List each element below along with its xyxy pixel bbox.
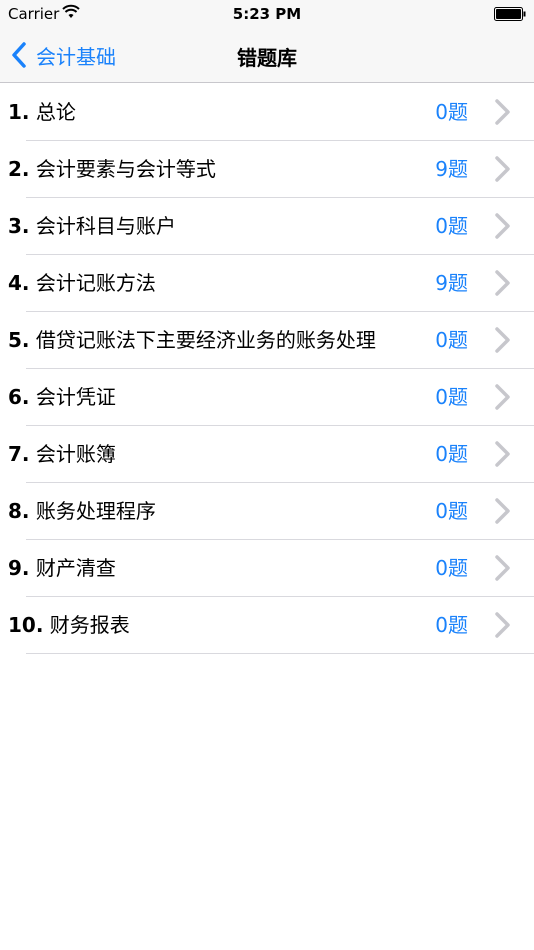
item-number: 7. [8,442,30,466]
chevron-right-icon [495,498,510,524]
list-item[interactable]: 6. 会计凭证 0题 [0,369,534,426]
item-title: 会计账簿 [35,442,116,466]
item-number: 6. [8,385,30,409]
item-count: 0题 [435,385,468,409]
list-item[interactable]: 4. 会计记账方法 9题 [0,255,534,312]
item-count: 0题 [435,613,468,637]
chevron-right-icon [495,156,510,182]
list-item[interactable]: 3. 会计科目与账户 0题 [0,198,534,255]
chevron-right-icon [495,270,510,296]
list-item[interactable]: 2. 会计要素与会计等式 9题 [0,141,534,198]
item-number: 5. [8,328,30,352]
item-number: 10. [8,613,44,637]
item-title: 会计科目与账户 [35,214,176,238]
chevron-right-icon [495,327,510,353]
list-item[interactable]: 8. 账务处理程序 0题 [0,483,534,540]
chevron-right-icon [495,99,510,125]
chevron-right-icon [495,213,510,239]
item-count: 0题 [435,100,468,124]
chevron-right-icon [495,441,510,467]
list-item[interactable]: 1. 总论 0题 [0,84,534,141]
item-title: 财产清查 [35,556,116,580]
divider [26,653,534,654]
item-title: 会计记账方法 [35,271,156,295]
item-title: 账务处理程序 [35,499,156,523]
clock: 5:23 PM [232,5,302,23]
item-title: 借贷记账法下主要经济业务的账务处理 [35,328,376,352]
item-count: 9题 [435,157,468,181]
item-title: 财务报表 [49,613,130,637]
chevron-right-icon [495,384,510,410]
chevron-right-icon [495,612,510,638]
item-count: 0题 [435,214,468,238]
list-item[interactable]: 9. 财产清查 0题 [0,540,534,597]
page-title: 错题库 [237,46,297,70]
status-bar: Carrier 5:23 PM [0,0,534,28]
list-item[interactable]: 10. 财务报表 0题 [0,597,534,654]
item-title: 会计要素与会计等式 [35,157,216,181]
item-count: 0题 [435,556,468,580]
battery-icon [494,7,526,21]
item-number: 3. [8,214,30,238]
item-count: 9题 [435,271,468,295]
chevron-right-icon [495,555,510,581]
item-count: 0题 [435,499,468,523]
item-number: 2. [8,157,30,181]
list-item[interactable]: 7. 会计账簿 0题 [0,426,534,483]
navigation-bar: 会计基础 错题库 [0,28,534,83]
item-count: 0题 [435,442,468,466]
chapter-list: 1. 总论 0题 2. 会计要素与会计等式 9题 3. 会计科目与账户 0题 4… [0,84,534,654]
list-item[interactable]: 5. 借贷记账法下主要经济业务的账务处理 0题 [0,312,534,369]
item-number: 9. [8,556,30,580]
item-count: 0题 [435,328,468,352]
item-number: 1. [8,100,30,124]
item-number: 8. [8,499,30,523]
item-number: 4. [8,271,30,295]
item-title: 总论 [35,100,76,124]
item-title: 会计凭证 [35,385,116,409]
